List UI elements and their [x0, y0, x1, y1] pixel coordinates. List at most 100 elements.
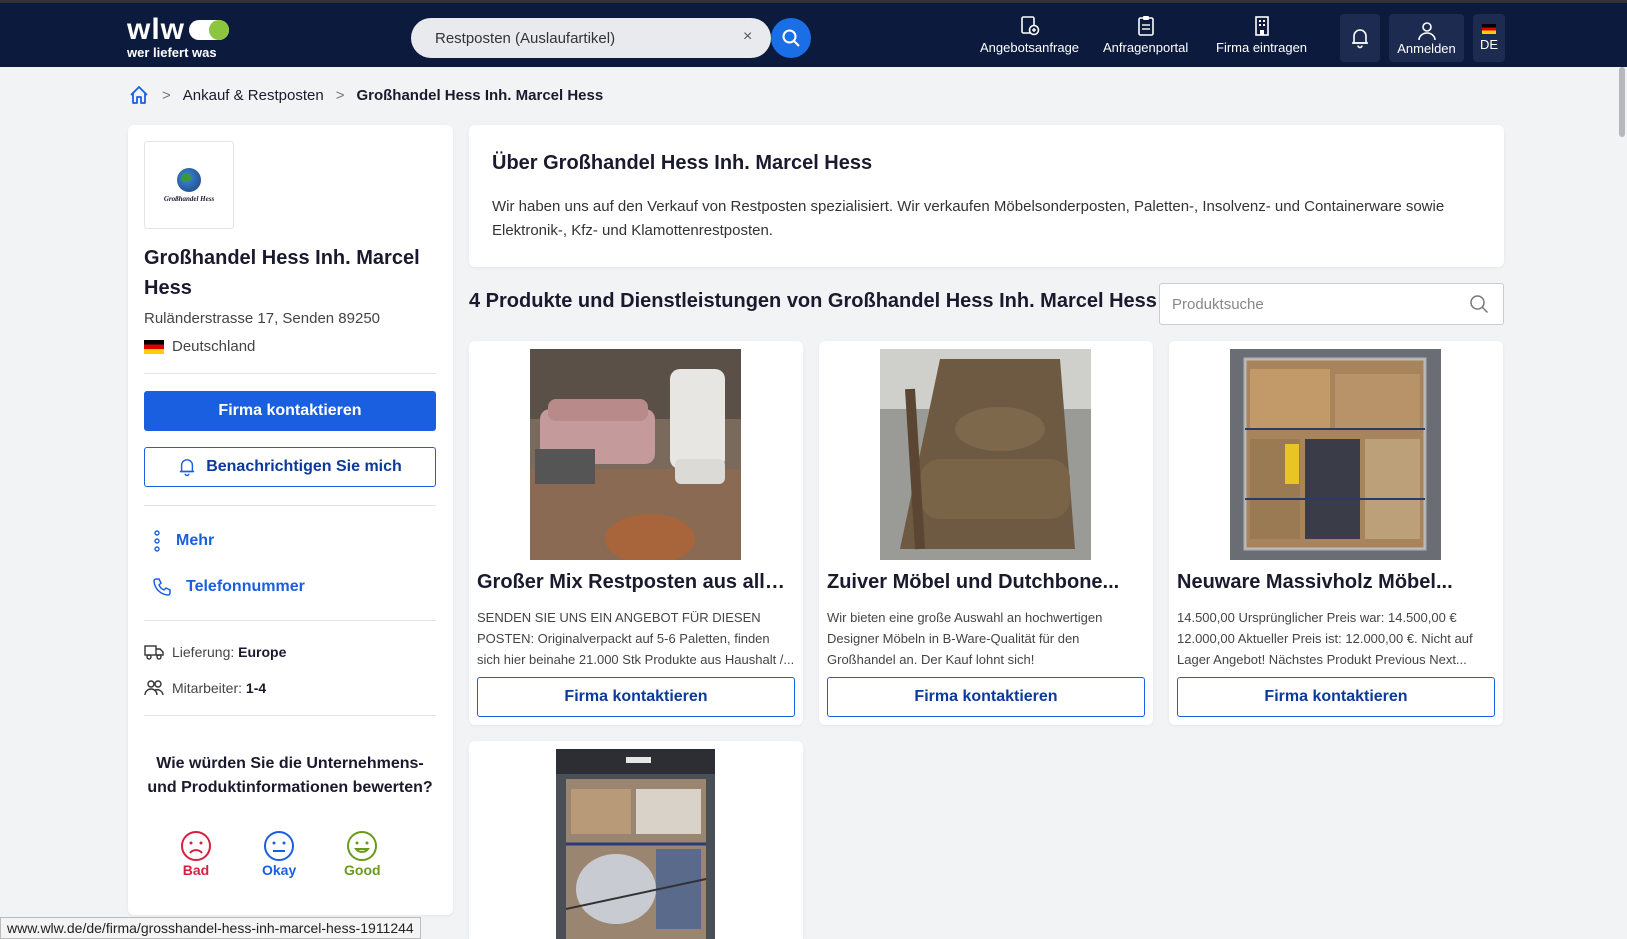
delivery-value: Europe	[238, 644, 287, 660]
product-image-pallets[interactable]	[1230, 349, 1441, 560]
page-scrollbar[interactable]	[1617, 67, 1627, 939]
more-vertical-icon	[154, 530, 160, 552]
search-button[interactable]	[771, 18, 811, 58]
divider	[144, 373, 436, 374]
german-flag-icon	[144, 339, 164, 354]
bell-icon	[1352, 29, 1368, 49]
more-label: Mehr	[176, 532, 215, 549]
clipboard-icon	[1137, 16, 1154, 36]
sad-face-icon	[181, 831, 211, 861]
product-title[interactable]: Großer Mix Restposten aus allen...	[477, 571, 795, 594]
top-navigation-bar: wlw wer liefert was Restposten (Auslaufa…	[0, 0, 1627, 67]
contact-company-button[interactable]: Firma kontaktieren	[144, 391, 436, 431]
notify-label: Benachrichtigen Sie mich	[206, 458, 402, 475]
notifications-button[interactable]	[1340, 14, 1380, 62]
product-description: 14.500,00 Ursprünglicher Preis war: 14.5…	[1177, 610, 1473, 667]
employees-info: Mitarbeiter: 1-4	[144, 679, 266, 697]
language-selector[interactable]: DE	[1473, 14, 1505, 62]
neutral-face-icon	[264, 831, 295, 861]
country-label: Deutschland	[172, 338, 256, 355]
truck-icon	[144, 645, 164, 660]
rating-good-button[interactable]: Good	[344, 830, 381, 878]
search-input[interactable]: Restposten (Auslaufartikel)	[411, 18, 771, 58]
login-button[interactable]: Anmelden	[1389, 14, 1464, 62]
delivery-label: Lieferung:	[172, 644, 235, 660]
product-image-armchair[interactable]	[880, 349, 1091, 560]
login-label: Anmelden	[1397, 40, 1456, 56]
phone-icon	[153, 578, 171, 596]
breadcrumb-current: Großhandel Hess Inh. Marcel Hess	[356, 86, 604, 104]
product-title[interactable]: Neuware Massivholz Möbel...	[1177, 571, 1495, 594]
products-heading: 4 Produkte und Dienstleistungen von Groß…	[469, 290, 1157, 312]
divider	[144, 715, 436, 716]
contact-company-button[interactable]: Firma kontaktieren	[827, 677, 1145, 717]
german-flag-icon	[1482, 24, 1496, 34]
rating-label: Okay	[262, 862, 297, 878]
employees-label: Mitarbeiter:	[172, 680, 243, 696]
product-description: SENDEN SIE UNS EIN ANGEBOT FÜR DIESEN PO…	[477, 610, 795, 667]
logo-tagline: wer liefert was	[127, 45, 217, 60]
product-card[interactable]	[469, 741, 803, 939]
company-sidebar: Großhandel Hess Großhandel Hess Inh. Mar…	[128, 125, 453, 915]
more-link[interactable]: Mehr	[152, 530, 214, 552]
clear-search-icon[interactable]: ×	[743, 28, 752, 46]
wlw-logo[interactable]: wlw wer liefert was	[127, 13, 230, 60]
contact-company-button[interactable]: Firma kontaktieren	[1177, 677, 1495, 717]
contact-company-button[interactable]: Firma kontaktieren	[477, 677, 795, 717]
breadcrumb: > Ankauf & Restposten > Großhandel Hess …	[128, 84, 603, 106]
status-bar-url: www.wlw.de/de/firma/grosshandel-hess-inh…	[0, 917, 421, 939]
rating-question: Wie würden Sie die Unternehmens- und Pro…	[147, 755, 433, 796]
user-icon	[1417, 21, 1436, 40]
people-icon	[144, 680, 164, 696]
rating-label: Bad	[182, 862, 210, 878]
product-search-input[interactable]: Produktsuche	[1159, 283, 1504, 325]
product-card[interactable]: Neuware Massivholz Möbel... 14.500,00 Ur…	[1169, 341, 1503, 725]
chevron-right-icon: >	[335, 86, 345, 104]
product-title[interactable]: Zuiver Möbel und Dutchbone...	[827, 571, 1145, 594]
nav-label: Firma eintragen	[1216, 40, 1308, 55]
quote-request-icon	[1020, 16, 1039, 36]
about-title: Über Großhandel Hess Inh. Marcel Hess	[492, 152, 873, 174]
delivery-info: Lieferung: Europe	[144, 643, 286, 661]
breadcrumb-category[interactable]: Ankauf & Restposten	[183, 87, 324, 104]
happy-face-icon	[347, 831, 378, 861]
employees-value: 1-4	[245, 680, 267, 696]
globe-icon	[177, 167, 201, 192]
divider	[144, 620, 436, 621]
phone-number-link[interactable]: Telefonnummer	[152, 577, 305, 597]
chevron-right-icon: >	[162, 86, 171, 104]
search-value: Restposten (Auslaufartikel)	[435, 29, 616, 47]
rating-okay-button[interactable]: Okay	[262, 830, 296, 878]
product-image-sofa[interactable]	[530, 349, 741, 560]
company-name: Großhandel Hess Inh. Marcel Hess	[144, 247, 420, 299]
about-section: Über Großhandel Hess Inh. Marcel Hess Wi…	[469, 125, 1504, 267]
about-text: Wir haben uns auf den Verkauf von Restpo…	[492, 198, 1445, 239]
rating-bad-button[interactable]: Bad	[180, 830, 212, 878]
company-logo: Großhandel Hess	[144, 141, 234, 229]
product-card[interactable]: Großer Mix Restposten aus allen... SENDE…	[469, 341, 803, 725]
company-country: Deutschland	[144, 338, 255, 355]
notify-me-button[interactable]: Benachrichtigen Sie mich	[144, 447, 436, 487]
nav-label: Anfragenportal	[1103, 40, 1189, 55]
search-icon	[782, 29, 800, 47]
nav-quote-request[interactable]: Angebotsanfrage	[980, 15, 1079, 55]
product-card[interactable]: Zuiver Möbel und Dutchbone... Wir bieten…	[819, 341, 1153, 725]
rating-label: Good	[344, 862, 381, 878]
scrollbar-thumb[interactable]	[1619, 67, 1625, 137]
nav-inquiry-portal[interactable]: Anfragenportal	[1103, 15, 1188, 55]
bell-icon	[179, 459, 195, 477]
building-icon	[1254, 16, 1269, 36]
search-icon	[1470, 295, 1489, 314]
language-label: DE	[1479, 37, 1499, 52]
logo-wordmark: wlw	[127, 13, 186, 46]
nav-register-company[interactable]: Firma eintragen	[1216, 15, 1307, 55]
nav-label: Angebotsanfrage	[980, 40, 1080, 55]
home-icon[interactable]	[128, 84, 150, 106]
logo-pill-icon	[189, 20, 230, 40]
company-address: Ruländerstrasse 17, Senden 89250	[144, 310, 381, 327]
product-description: Wir bieten eine große Auswahl an hochwer…	[827, 610, 1103, 667]
company-logo-text: Großhandel Hess	[163, 194, 215, 203]
product-image-wrapped-pallet[interactable]	[556, 749, 715, 939]
divider	[144, 505, 436, 506]
phone-label: Telefonnummer	[186, 578, 305, 595]
